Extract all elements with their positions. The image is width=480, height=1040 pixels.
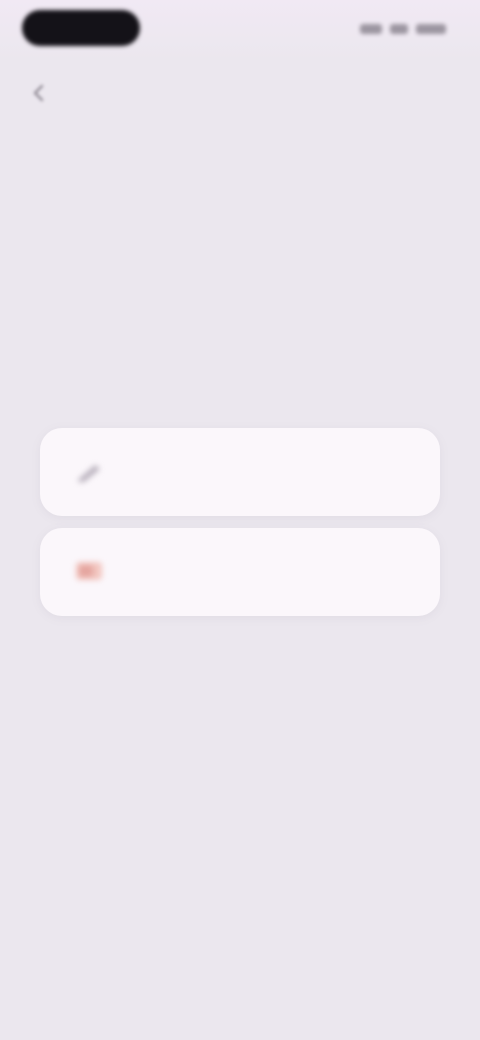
battery-icon xyxy=(416,24,446,34)
signal-icon xyxy=(360,24,382,34)
option-card-2[interactable] xyxy=(40,528,440,616)
back-button[interactable] xyxy=(22,76,56,110)
status-icons xyxy=(350,22,446,36)
back-arrow-icon xyxy=(33,84,44,102)
options-list xyxy=(40,428,440,616)
wifi-icon xyxy=(390,24,408,34)
option-card-1[interactable] xyxy=(40,428,440,516)
pencil-icon xyxy=(70,458,110,486)
status-bar xyxy=(0,0,480,56)
status-pill xyxy=(22,10,140,46)
flag-icon xyxy=(70,558,110,586)
